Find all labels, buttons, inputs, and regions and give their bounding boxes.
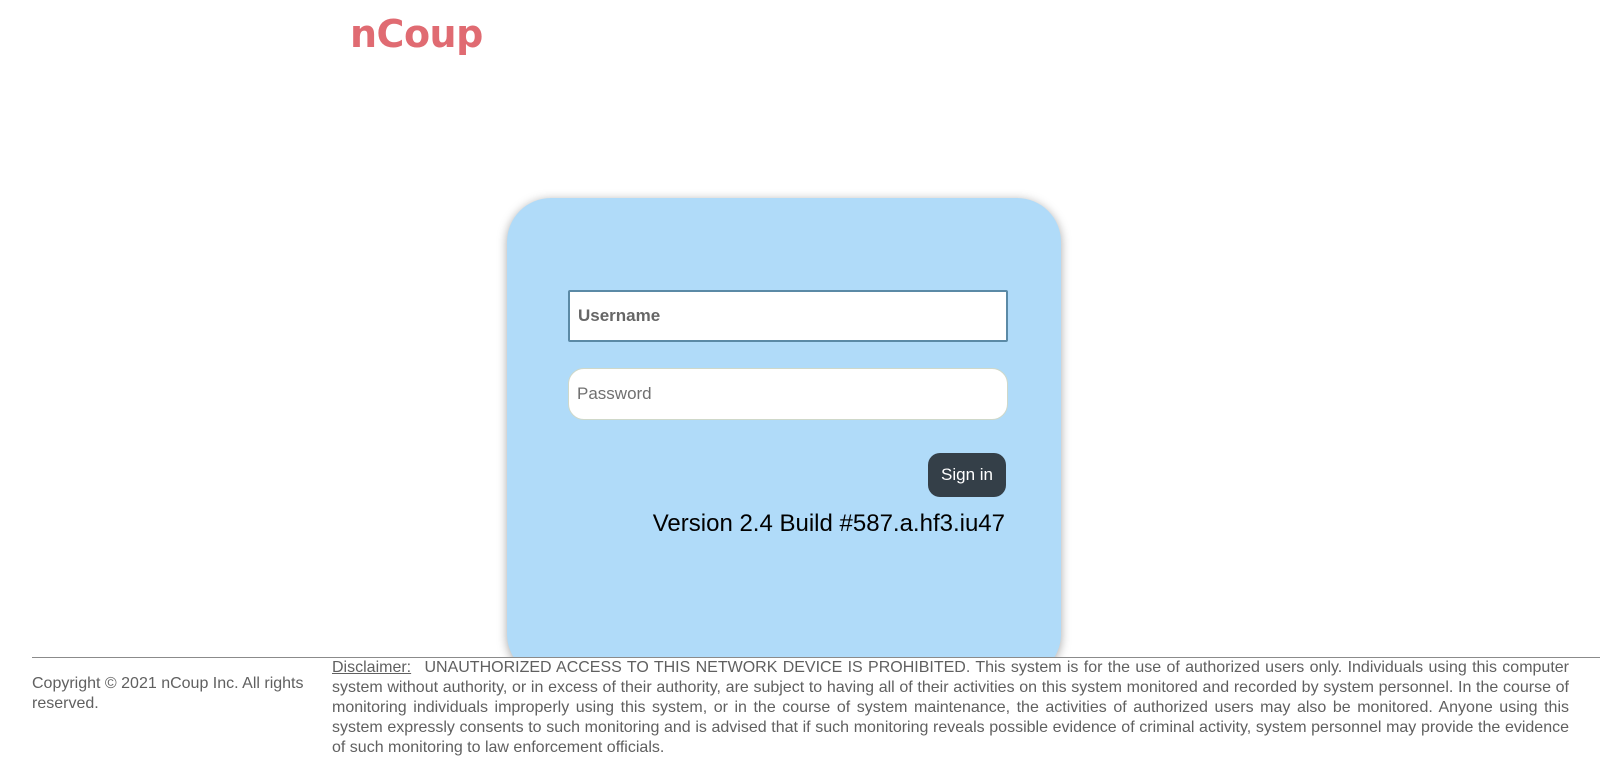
disclaimer-label: Disclaimer: — [332, 659, 412, 676]
username-input[interactable] — [568, 290, 1008, 342]
version-label: Version 2.4 Build #587.a.hf3.iu47 — [652, 510, 1005, 537]
login-card: Sign in Version 2.4 Build #587.a.hf3.iu4… — [507, 198, 1061, 678]
sign-in-button[interactable]: Sign in — [928, 453, 1006, 497]
disclaimer: Disclaimer: UNAUTHORIZED ACCESS TO THIS … — [332, 658, 1569, 758]
disclaimer-text: UNAUTHORIZED ACCESS TO THIS NETWORK DEVI… — [332, 659, 1570, 756]
copyright-text: Copyright © 2021 nCoup Inc. All rights r… — [32, 675, 304, 712]
ncoup-logo: nCoup — [350, 12, 483, 56]
footer: Copyright © 2021 nCoup Inc. All rights r… — [32, 657, 1600, 758]
password-input[interactable] — [568, 368, 1008, 420]
